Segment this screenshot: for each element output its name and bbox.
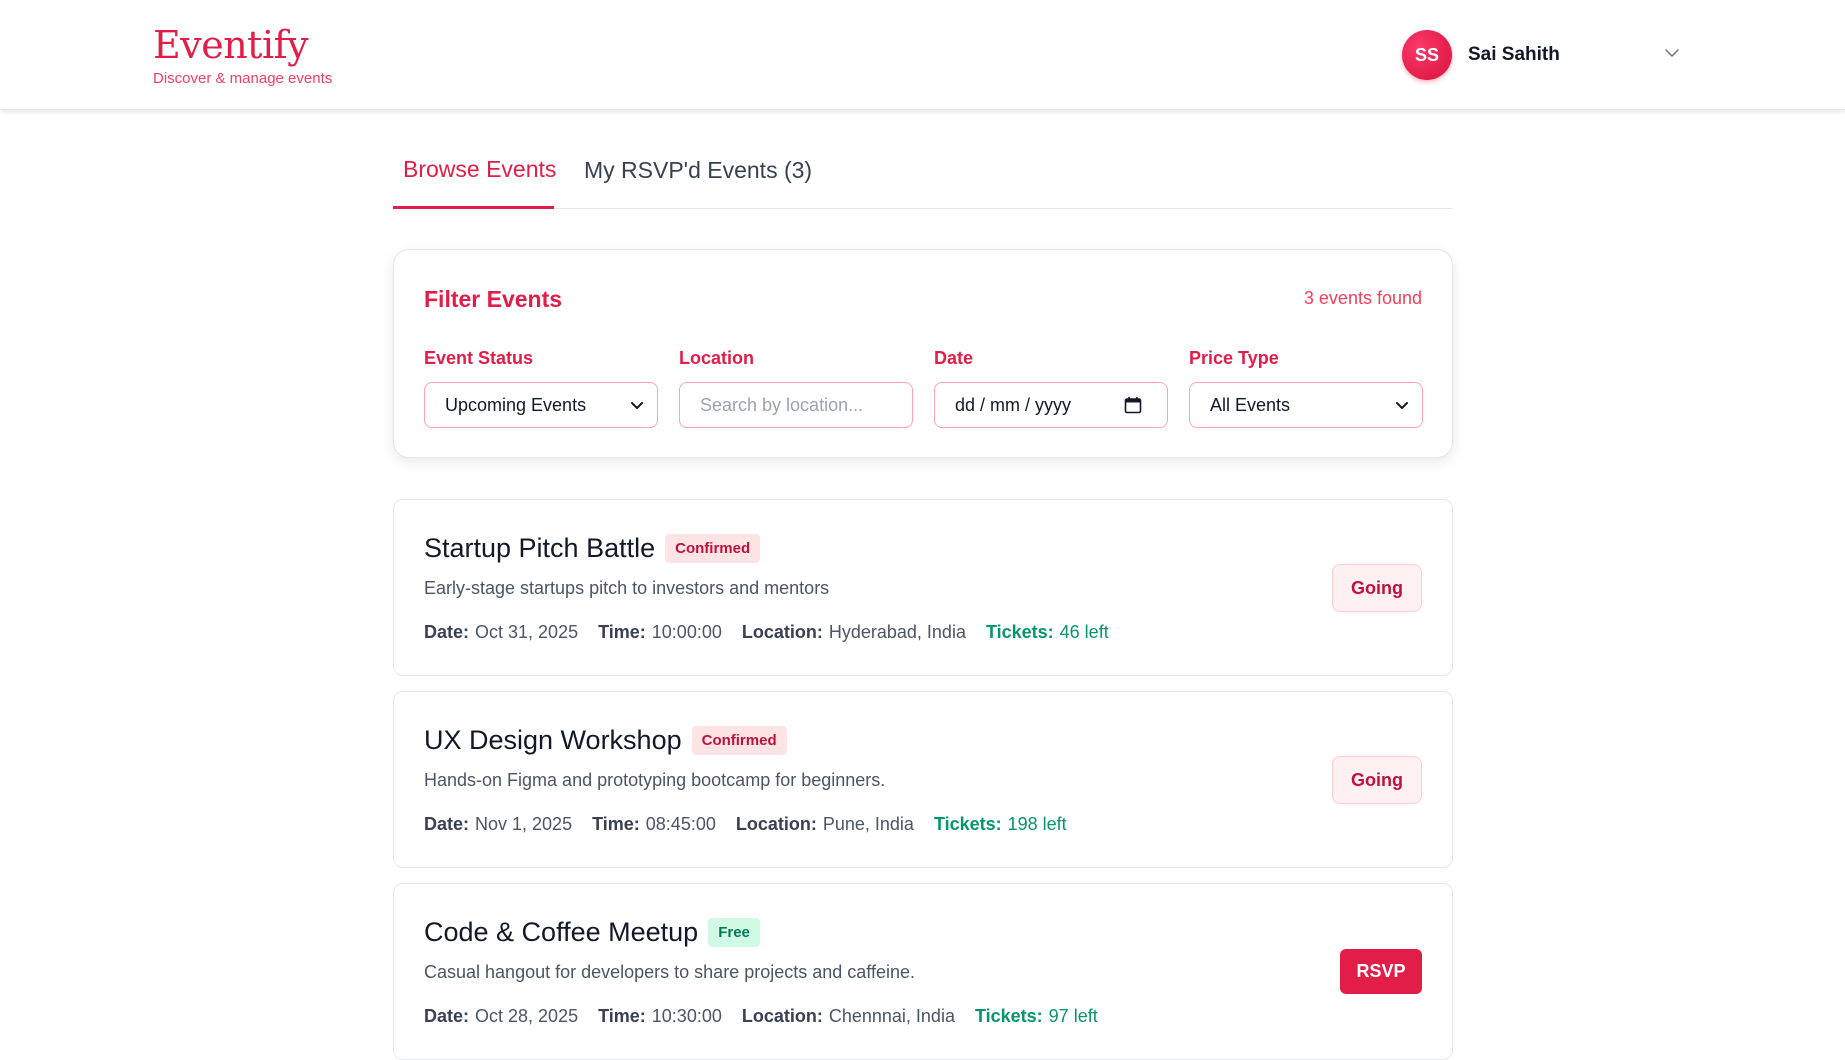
event-title: UX Design Workshop (424, 725, 682, 755)
event-title: Startup Pitch Battle (424, 533, 656, 563)
main-content: Browse Events My RSVP'd Events (3) Filte… (393, 110, 1453, 1060)
event-title-row: Startup Pitch Battle Confirmed (424, 533, 761, 564)
event-date: Date: Nov 1, 2025 (424, 814, 572, 835)
location-placeholder: Search by location... (700, 394, 864, 415)
event-card: Startup Pitch Battle Confirmed Early-sta… (393, 499, 1453, 676)
event-status-select[interactable]: Upcoming Events (424, 382, 658, 428)
filter-title: Filter Events (424, 286, 563, 312)
date-label: Date: (424, 1006, 470, 1026)
event-date: Date: Oct 28, 2025 (424, 1006, 578, 1027)
event-tickets: Tickets: 198 left (934, 814, 1067, 835)
event-status-field: Event Status Upcoming Events (424, 348, 658, 428)
app-tagline: Discover & manage events (153, 70, 333, 87)
date-label: Date: (424, 622, 470, 642)
rsvp-button[interactable]: RSVP (1340, 949, 1422, 994)
time-value: 10:30:00 (651, 1006, 722, 1026)
event-meta: Date: Oct 28, 2025 Time: 10:30:00 Location… (424, 1006, 1118, 1027)
event-description: Hands-on Figma and prototyping bootcamp … (424, 770, 886, 790)
date-field: Date dd / mm / yyyy (934, 348, 1168, 428)
tab-browse-events[interactable]: Browse Events (403, 156, 556, 183)
location-value: Chennnai, India (828, 1006, 955, 1026)
filter-panel: Filter Events 3 events found Event Statu… (393, 249, 1453, 458)
event-tickets: Tickets: 46 left (986, 622, 1109, 643)
tickets-value: 46 left (1059, 622, 1109, 642)
event-title-row: UX Design Workshop Confirmed (424, 725, 787, 756)
tab-my-rsvp-events[interactable]: My RSVP'd Events (3) (584, 157, 812, 184)
event-location: Location: Pune, India (736, 814, 914, 835)
tickets-label: Tickets: (933, 814, 1002, 834)
date-value: Oct 31, 2025 (475, 622, 579, 642)
tab-bar: Browse Events My RSVP'd Events (3) (393, 110, 1453, 209)
date-value: Oct 28, 2025 (475, 1006, 579, 1026)
event-card: Code & Coffee Meetup Free Casual hangout… (393, 883, 1453, 1060)
location-label: Location: (735, 814, 817, 834)
chevron-down-icon (1396, 402, 1408, 409)
event-meta: Date: Nov 1, 2025 Time: 08:45:00 Location:… (424, 814, 1087, 835)
date-label: Date: (424, 814, 470, 834)
date-value: dd / mm / yyyy (955, 394, 1072, 415)
chevron-down-icon[interactable] (1662, 43, 1682, 63)
location-value: Hyderabad, India (828, 622, 966, 642)
date-input[interactable]: dd / mm / yyyy (934, 382, 1168, 428)
app-logo-title[interactable]: Eventify (153, 22, 332, 68)
location-field: Location Search by location... (679, 348, 913, 428)
user-name: Sai Sahith (1468, 44, 1560, 65)
tickets-label: Tickets: (974, 1006, 1043, 1026)
event-meta: Date: Oct 31, 2025 Time: 10:00:00 Location… (424, 622, 1129, 643)
time-label: Time: (598, 1006, 646, 1026)
top-bar: Eventify Discover & manage events SS Sai… (0, 0, 1845, 110)
status-badge: Confirmed (691, 726, 787, 755)
price-type-label: Price Type (1189, 348, 1279, 368)
time-label: Time: (592, 814, 640, 834)
event-description: Casual hangout for developers to share p… (424, 962, 915, 982)
event-status-label: Event Status (424, 348, 534, 368)
event-tickets: Tickets: 97 left (975, 1006, 1098, 1027)
going-button[interactable]: Going (1332, 756, 1422, 804)
tickets-value: 97 left (1048, 1006, 1098, 1026)
active-tab-indicator (393, 206, 554, 209)
event-date: Date: Oct 31, 2025 (424, 622, 578, 643)
price-type-field: Price Type All Events (1189, 348, 1423, 428)
event-location: Location: Hyderabad, India (742, 622, 966, 643)
events-found-count: 3 events found (1303, 288, 1422, 308)
event-status-value: Upcoming Events (445, 394, 587, 415)
time-label: Time: (598, 622, 646, 642)
avatar[interactable]: SS (1402, 30, 1452, 80)
chevron-down-icon (631, 402, 643, 409)
date-value: Nov 1, 2025 (475, 814, 573, 834)
location-search-input[interactable]: Search by location... (679, 382, 913, 428)
event-time: Time: 10:30:00 (598, 1006, 722, 1027)
location-label: Location: (741, 1006, 823, 1026)
price-badge: Free (708, 918, 760, 947)
calendar-icon[interactable] (1123, 395, 1143, 415)
event-time: Time: 10:00:00 (598, 622, 722, 643)
time-value: 08:45:00 (645, 814, 716, 834)
event-title-row: Code & Coffee Meetup Free (424, 917, 760, 948)
location-label: Location: (741, 622, 823, 642)
user-menu[interactable]: SS Sai Sahith (1402, 30, 1682, 80)
price-type-value: All Events (1210, 394, 1291, 415)
event-description: Early-stage startups pitch to investors … (424, 578, 830, 598)
time-value: 10:00:00 (651, 622, 722, 642)
tickets-value: 198 left (1007, 814, 1067, 834)
price-type-select[interactable]: All Events (1189, 382, 1423, 428)
event-card: UX Design Workshop Confirmed Hands-on Fi… (393, 691, 1453, 868)
event-location: Location: Chennnai, India (742, 1006, 955, 1027)
location-label: Location (679, 348, 754, 368)
event-time: Time: 08:45:00 (592, 814, 716, 835)
date-label: Date (934, 348, 974, 368)
event-title: Code & Coffee Meetup (424, 917, 699, 947)
going-button[interactable]: Going (1332, 564, 1422, 612)
status-badge: Confirmed (665, 534, 761, 563)
location-value: Pune, India (822, 814, 914, 834)
tickets-label: Tickets: (985, 622, 1054, 642)
brand[interactable]: Eventify Discover & manage events (153, 22, 332, 87)
